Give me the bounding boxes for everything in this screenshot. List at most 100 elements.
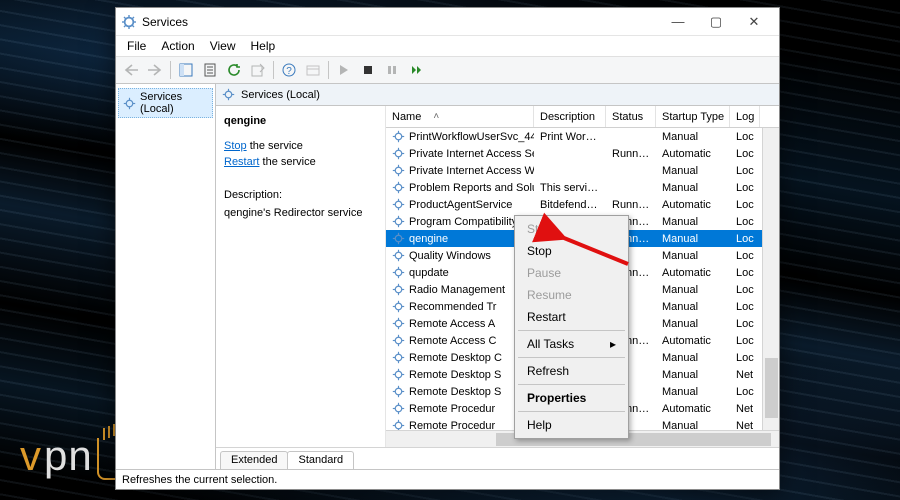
cell-name: Remote Procedur: [386, 401, 534, 416]
gear-icon: [123, 97, 136, 110]
refresh-button[interactable]: [223, 59, 245, 81]
back-button: [120, 59, 142, 81]
export-button: [247, 59, 269, 81]
menu-item-refresh[interactable]: Refresh: [517, 360, 626, 382]
menu-file[interactable]: File: [120, 37, 153, 55]
menu-help[interactable]: Help: [244, 37, 283, 55]
tab-extended[interactable]: Extended: [220, 451, 288, 469]
cell-name: PrintWorkflowUserSvc_442b7: [386, 129, 534, 144]
cell-name: ProductAgentService: [386, 197, 534, 212]
restart-link[interactable]: Restart: [224, 156, 259, 168]
tree-item-services-local[interactable]: Services (Local): [118, 88, 213, 118]
restart-icon[interactable]: [405, 59, 427, 81]
service-row[interactable]: Problem Reports and Soluti…This service …: [386, 179, 779, 196]
gear-icon: [392, 283, 405, 296]
cell-name: Remote Desktop S: [386, 367, 534, 382]
cell-startup: Automatic: [656, 334, 730, 348]
maximize-button[interactable]: ▢: [697, 11, 735, 33]
cell-desc: Print Workfl…: [534, 130, 606, 144]
cell-startup: Manual: [656, 232, 730, 246]
minimize-button[interactable]: —: [659, 11, 697, 33]
svg-text:?: ?: [286, 66, 292, 77]
cell-startup: Automatic: [656, 266, 730, 280]
details-pane: qengine Stop the service Restart the ser…: [216, 106, 386, 447]
stop-link[interactable]: Stop: [224, 140, 247, 152]
cell-desc: Bitdefender …: [534, 198, 606, 212]
toolbar-button[interactable]: [175, 59, 197, 81]
cell-name: Remote Procedur: [386, 418, 534, 430]
context-menu: StartStopPauseResumeRestartAll Tasks▸Ref…: [514, 215, 629, 439]
selected-service-name: qengine: [224, 114, 377, 129]
gear-icon: [392, 147, 405, 160]
help-button[interactable]: ?: [278, 59, 300, 81]
cell-startup: Manual: [656, 351, 730, 365]
cell-logon: Loc: [730, 147, 760, 161]
panel-header-label: Services (Local): [241, 89, 320, 101]
cell-name: qupdate: [386, 265, 534, 280]
col-name[interactable]: Name: [386, 106, 534, 127]
col-description[interactable]: Description: [534, 106, 606, 127]
scrollbar-thumb[interactable]: [765, 358, 778, 418]
gear-icon: [392, 317, 405, 330]
cell-logon: Loc: [730, 249, 760, 263]
service-row[interactable]: PrintWorkflowUserSvc_442b7Print Workfl…M…: [386, 128, 779, 145]
gear-icon: [392, 385, 405, 398]
cell-name: Program Compatibility Assi…: [386, 214, 534, 229]
cell-name: Recommended Tr: [386, 299, 534, 314]
watermark-v: v: [20, 432, 42, 480]
menu-item-help[interactable]: Help: [517, 414, 626, 436]
cell-name: Private Internet Access Wire…: [386, 163, 534, 178]
menu-item-start: Start: [517, 218, 626, 240]
window-title: Services: [142, 15, 659, 29]
cell-desc: [534, 170, 606, 172]
toolbar-button-2: [302, 59, 324, 81]
cell-logon: Loc: [730, 232, 760, 246]
col-status[interactable]: Status: [606, 106, 656, 127]
cell-startup: Automatic: [656, 147, 730, 161]
gear-icon: [392, 249, 405, 262]
menu-item-restart[interactable]: Restart: [517, 306, 626, 328]
cell-logon: Net: [730, 368, 760, 382]
cell-logon: Loc: [730, 334, 760, 348]
restart-suffix: the service: [259, 156, 315, 168]
titlebar[interactable]: Services — ▢ ✕: [116, 8, 779, 36]
tree-pane: Services (Local): [116, 84, 216, 469]
menu-view[interactable]: View: [203, 37, 243, 55]
menubar: File Action View Help: [116, 36, 779, 56]
properties-button[interactable]: [199, 59, 221, 81]
menu-action[interactable]: Action: [154, 37, 201, 55]
close-button[interactable]: ✕: [735, 11, 773, 33]
cell-startup: Manual: [656, 215, 730, 229]
menu-item-stop[interactable]: Stop: [517, 240, 626, 262]
cell-name: qengine: [386, 231, 534, 246]
tab-standard[interactable]: Standard: [287, 451, 354, 469]
cell-desc: This service …: [534, 181, 606, 195]
cell-logon: Loc: [730, 198, 760, 212]
cell-status: [606, 136, 656, 138]
cell-logon: Loc: [730, 215, 760, 229]
gear-icon: [392, 266, 405, 279]
description-label: Description:: [224, 188, 377, 203]
vertical-scrollbar[interactable]: [762, 128, 779, 430]
cell-desc: [534, 153, 606, 155]
pause-icon: [381, 59, 403, 81]
service-row[interactable]: ProductAgentServiceBitdefender …RunningA…: [386, 196, 779, 213]
menu-item-all-tasks[interactable]: All Tasks▸: [517, 333, 626, 355]
col-startup[interactable]: Startup Type: [656, 106, 730, 127]
cell-logon: Loc: [730, 300, 760, 314]
cell-startup: Manual: [656, 300, 730, 314]
service-row[interactable]: Private Internet Access Servi…RunningAut…: [386, 145, 779, 162]
services-window: Services — ▢ ✕ File Action View Help ?: [115, 7, 780, 490]
service-row[interactable]: Private Internet Access Wire…ManualLoc: [386, 162, 779, 179]
gear-icon: [392, 181, 405, 194]
stop-icon[interactable]: [357, 59, 379, 81]
col-logon[interactable]: Log: [730, 106, 760, 127]
cell-name: Radio Management: [386, 282, 534, 297]
gear-icon: [392, 419, 405, 430]
cell-logon: Loc: [730, 317, 760, 331]
cell-name: Remote Desktop C: [386, 350, 534, 365]
cell-status: Running: [606, 147, 656, 161]
menu-item-properties[interactable]: Properties: [517, 387, 626, 409]
cell-startup: Manual: [656, 164, 730, 178]
gear-icon: [392, 334, 405, 347]
